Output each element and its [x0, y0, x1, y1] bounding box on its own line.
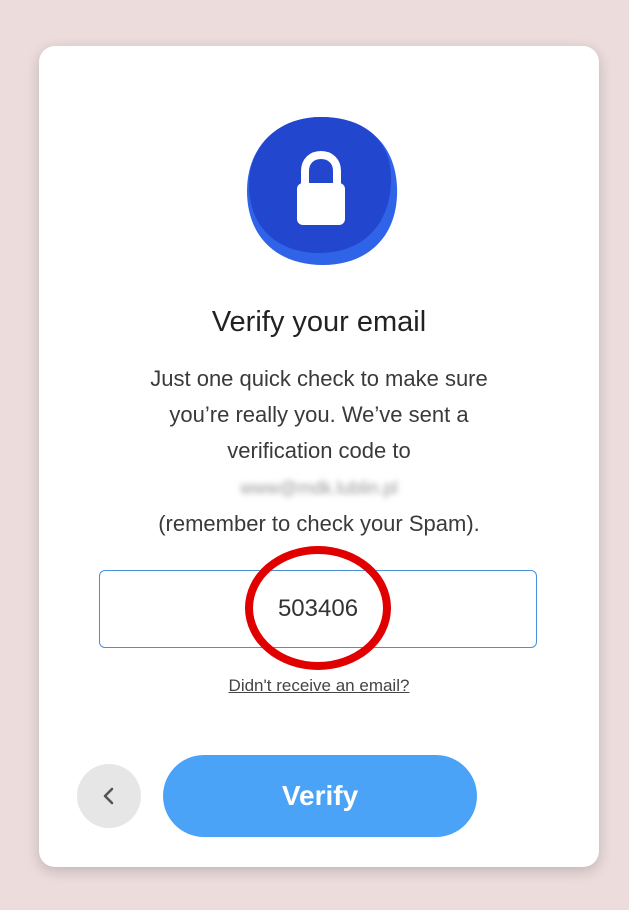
- lock-icon: [247, 117, 398, 265]
- verification-code-input[interactable]: [99, 570, 537, 648]
- lock-badge: [241, 111, 401, 271]
- masked-email-line: www@mdk.lublin.pl: [99, 469, 539, 506]
- verification-description: Just one quick check to make sure you’re…: [99, 361, 539, 542]
- chevron-left-icon: [103, 787, 114, 805]
- resend-email-link[interactable]: Didn't receive an email?: [39, 676, 599, 696]
- description-line: verification code to: [227, 438, 411, 463]
- masked-email: www@mdk.lublin.pl: [240, 478, 398, 498]
- verify-email-card: Verify your email Just one quick check t…: [39, 46, 599, 867]
- description-line: you’re really you. We’ve sent a: [169, 402, 469, 427]
- description-line: Just one quick check to make sure: [150, 366, 488, 391]
- back-button[interactable]: [77, 764, 141, 828]
- verify-button[interactable]: Verify: [163, 755, 477, 837]
- spam-note: (remember to check your Spam).: [158, 511, 480, 536]
- page-title: Verify your email: [211, 306, 427, 338]
